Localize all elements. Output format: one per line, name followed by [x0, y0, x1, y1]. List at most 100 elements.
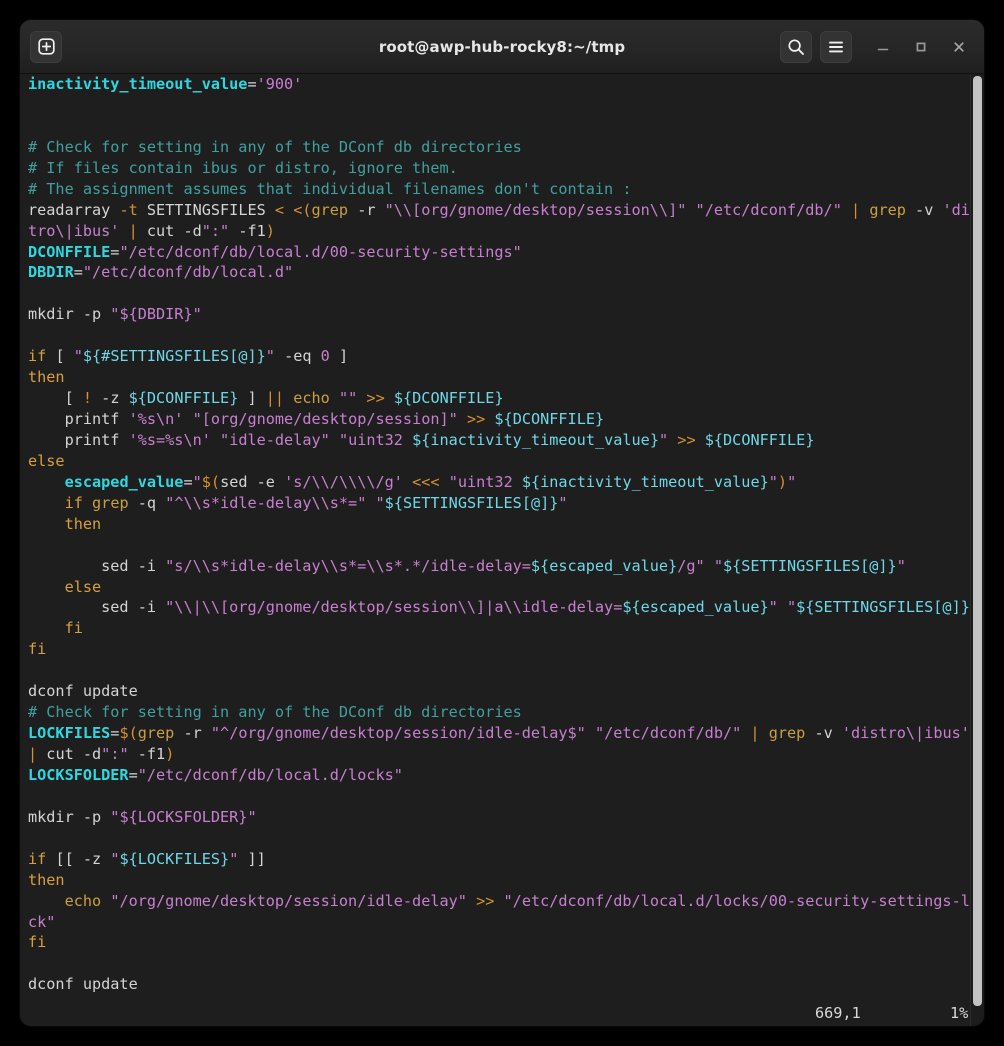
code-token: -f1 [229, 221, 266, 240]
code-token: ${inactivity_timeout_value} [521, 472, 769, 491]
code-token: sed -i [28, 598, 166, 617]
editor-line: then [28, 367, 966, 388]
code-token: fi [28, 640, 47, 659]
code-token: mkdir -p [28, 305, 111, 324]
code-token: dconf update [28, 975, 138, 994]
search-icon [788, 38, 804, 55]
editor-line: fi [28, 618, 966, 639]
code-token: else [64, 577, 102, 596]
menu-button[interactable] [820, 30, 852, 63]
editor-line: if [[ -z "${LOCKFILES}" ]] [28, 849, 966, 870]
code-token: >> [366, 389, 385, 408]
search-button[interactable] [780, 30, 812, 63]
code-token: echo [64, 891, 102, 910]
code-token: >> [476, 891, 495, 910]
code-token: LOCKSFOLDER [28, 765, 129, 784]
code-token: " [787, 472, 797, 491]
editor-buffer: inactivity_timeout_value='900' # Check f… [28, 74, 979, 995]
scrollbar-thumb[interactable] [973, 76, 982, 1006]
code-token: "/etc/dconf/db/local.d" [82, 263, 294, 282]
new-tab-button[interactable] [30, 30, 62, 63]
code-token: mkdir -p [28, 807, 111, 826]
code-token: " [192, 472, 202, 491]
code-token: ]] [238, 849, 266, 868]
code-token: "^/org/gnome/desktop/session/idle-delay$… [210, 724, 586, 743]
code-token: ${SETTINGSFILES[@]} [384, 493, 559, 512]
code-token: "${LOCKSFOLDER}" [110, 807, 257, 826]
terminal-content[interactable]: inactivity_timeout_value='900' # Check f… [20, 74, 984, 1026]
code-token: "/etc/dconf/db/local.d/locks" [137, 765, 403, 784]
code-token: else [28, 451, 65, 470]
code-token: SETTINGSFILES [137, 200, 275, 219]
editor-line: # The assignment assumes that individual… [28, 179, 966, 200]
code-token: ${DCONFFILE} [494, 410, 605, 428]
code-token: [ [46, 347, 74, 366]
code-token: then [64, 514, 102, 533]
code-token: '%s\n' [128, 410, 184, 428]
code-token: -eq [274, 347, 321, 366]
editor-line: # Check for setting in any of the DConf … [28, 137, 966, 158]
editor-line: mkdir -p "${DBDIR}" [28, 304, 966, 325]
code-token: then [28, 368, 65, 387]
code-token: = [247, 75, 257, 93]
code-token: "idle-delay" [220, 430, 330, 449]
editor-line: fi [28, 932, 966, 953]
code-token: "/etc/dconf/db/local.d/00-security-setti… [119, 242, 522, 261]
editor-line: escaped_value="$(sed -e 's/\\/\\\\/g' <<… [28, 472, 966, 493]
code-token: ${#SETTINGSFILES[@]} [82, 347, 266, 366]
hamburger-menu-icon [829, 41, 843, 52]
code-token: if [64, 493, 83, 512]
editor-line: DCONFFILE="/etc/dconf/db/local.d/00-secu… [28, 242, 966, 263]
code-token: ck" [28, 912, 56, 931]
minimize-button[interactable] [868, 32, 898, 62]
code-token: || [265, 389, 285, 408]
code-token: readarray [28, 200, 120, 219]
close-button[interactable] [944, 32, 974, 62]
code-token: " [229, 849, 239, 868]
maximize-button[interactable] [906, 32, 936, 62]
code-token: " [375, 493, 385, 512]
editor-line: dconf update [28, 974, 966, 995]
editor-line: printf '%s=%s\n' "idle-delay" "uint32 ${… [28, 430, 966, 451]
code-token: "\\[org/gnome/desktop/session\\]" [384, 200, 687, 219]
scrollbar[interactable] [970, 74, 984, 1026]
titlebar-right-controls [780, 30, 974, 63]
code-token: sed -e [220, 472, 285, 491]
code-token: $( [119, 724, 138, 743]
editor-line: LOCKFILES=$(grep -r "^/org/gnome/desktop… [28, 723, 970, 744]
code-token: " [896, 556, 906, 575]
code-token: '900' [256, 75, 303, 93]
editor-line: [ ! -z ${DCONFFILE} ] || echo "" >> ${DC… [28, 388, 966, 409]
scroll-percent: 1% [950, 1004, 969, 1022]
code-token: -v [905, 200, 943, 219]
code-token: ${escaped_value} [622, 598, 769, 617]
code-token: " [658, 430, 669, 449]
code-token: /g" [677, 556, 705, 575]
code-token: ${DCONFFILE} [128, 389, 239, 408]
code-token: cut -d [37, 745, 102, 763]
code-token: "/etc/dconf/db/" [594, 724, 742, 743]
code-token: " [768, 472, 778, 491]
code-token: ) [265, 221, 275, 240]
editor-line: then [28, 514, 966, 535]
close-icon [954, 41, 964, 52]
code-token: dconf update [28, 682, 138, 701]
code-token: grep [137, 724, 175, 743]
editor-line: LOCKSFOLDER="/etc/dconf/db/local.d/locks… [28, 765, 966, 786]
code-token: | [851, 200, 861, 219]
